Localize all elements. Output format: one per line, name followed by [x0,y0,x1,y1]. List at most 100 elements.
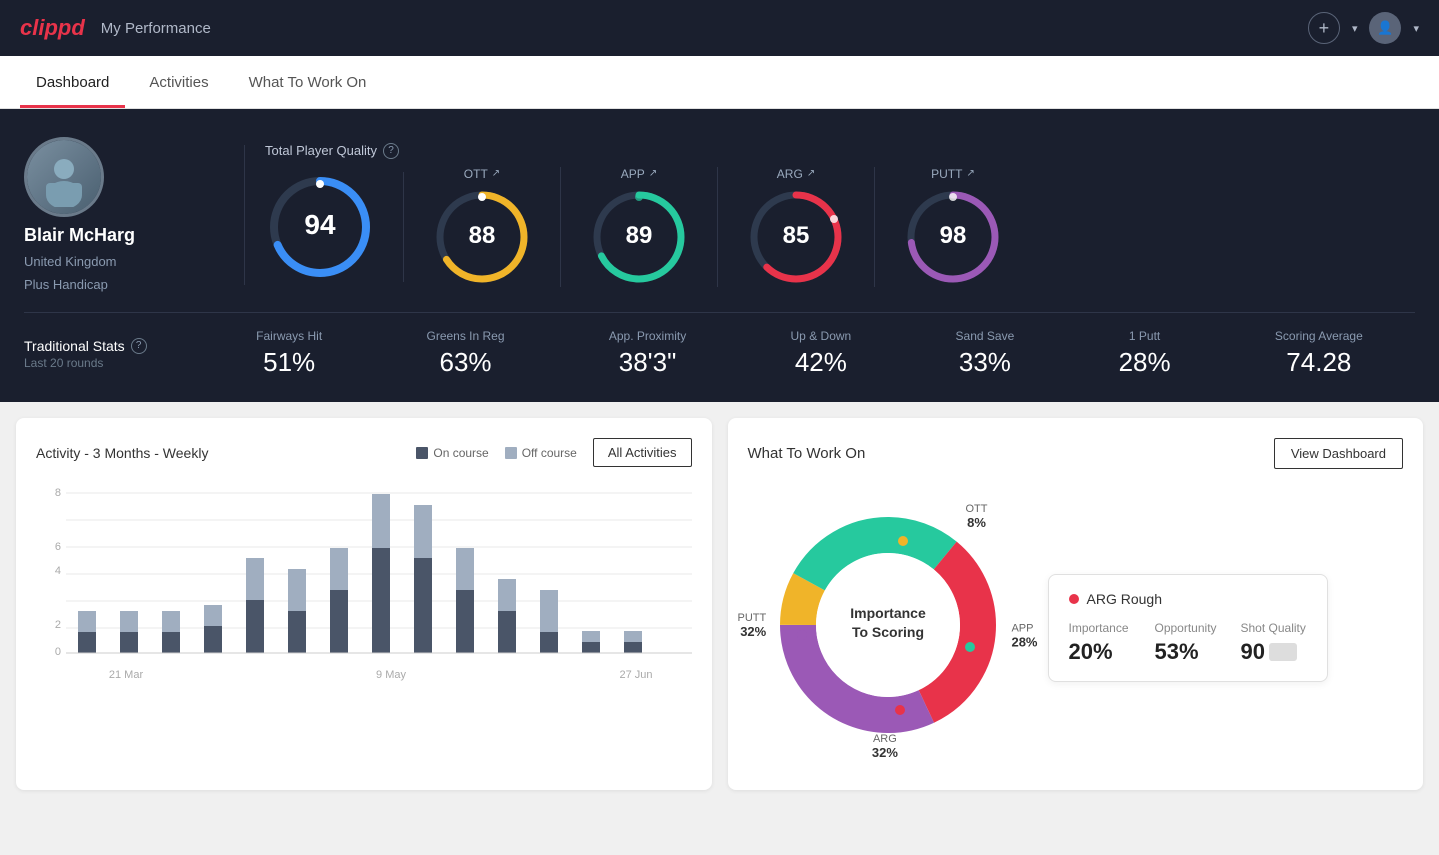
svg-text:4: 4 [55,565,61,577]
putt-trend-icon: ↗ [966,168,974,179]
stat-up-down-value: 42% [791,347,852,378]
bar-on-4 [204,626,222,653]
gauge-app-svg: 89 [589,187,689,287]
gauges-row: 94 OTT ↗ 88 [265,167,1415,287]
bar-off-10 [456,548,474,590]
donut-wrapper: Importance To Scoring OTT 8% [748,485,1028,770]
nav-tabs: Dashboard Activities What To Work On [0,56,1439,109]
bar-on-12 [540,632,558,653]
bar-off-8 [372,494,390,548]
tab-what-to-work-on[interactable]: What To Work On [233,56,383,108]
bar-on-6 [288,611,306,653]
gauge-putt: PUTT ↗ 98 [875,167,1031,287]
putt-dot [797,630,807,640]
arg-shotquality-label: Shot Quality [1241,621,1307,635]
stat-app-prox-value: 38'3" [609,347,686,378]
player-avatar [27,140,101,214]
gauge-ott-svg: 88 [432,187,532,287]
bar-off-6 [288,569,306,611]
tab-activities[interactable]: Activities [133,56,224,108]
traditional-stats-row: Traditional Stats ? Last 20 rounds Fairw… [24,312,1415,378]
wtwo-title: What To Work On [748,445,866,462]
svg-text:89: 89 [626,222,653,249]
bar-off-2 [120,611,138,632]
wtwo-header: What To Work On View Dashboard [748,438,1404,469]
shot-quality-badge [1269,643,1297,661]
gauge-total: 94 [265,172,404,282]
svg-text:8: 8 [55,487,61,499]
arg-stat-importance: Importance 20% [1069,621,1135,665]
svg-text:Importance: Importance [850,605,926,621]
legend-on-course: On course [416,446,488,460]
stat-1-putt: 1 Putt 28% [1119,329,1171,378]
bar-off-7 [330,548,348,590]
ott-label: OTT 8% [966,503,988,530]
header-title: My Performance [101,20,211,37]
stat-sand-save-label: Sand Save [956,329,1015,343]
bar-on-5 [246,600,264,653]
chart-legend: On course Off course [416,446,577,460]
bar-off-1 [78,611,96,632]
quality-help-icon[interactable]: ? [383,143,399,159]
trad-stats-help-icon[interactable]: ? [131,338,147,354]
bar-off-14 [624,631,642,642]
arg-rough-name: ARG Rough [1087,591,1162,607]
stat-up-down-label: Up & Down [791,329,852,343]
player-avatar-ring [24,137,104,217]
gauge-arg-label: ARG ↗ [777,167,815,181]
stat-scoring-value: 74.28 [1275,347,1363,378]
player-quality-row: Blair McHarg United Kingdom Plus Handica… [24,137,1415,292]
svg-text:To Scoring: To Scoring [851,624,923,640]
app-label: APP 28% [1011,622,1037,649]
add-button[interactable]: + [1308,12,1340,44]
trad-stat-items: Fairways Hit 51% Greens In Reg 63% App. … [204,329,1415,378]
avatar-dropdown[interactable]: ▾ [1413,22,1419,35]
activity-title: Activity - 3 Months - Weekly [36,445,208,461]
gauge-app: APP ↗ 89 [561,167,718,287]
stat-app-prox-label: App. Proximity [609,329,686,343]
bar-on-14 [624,642,642,653]
arg-rough-title-row: ARG Rough [1069,591,1307,607]
bar-off-13 [582,631,600,642]
player-handicap: Plus Handicap [24,277,108,292]
app-header: clippd My Performance + ▾ 👤 ▾ [0,0,1439,56]
what-to-work-on-panel: What To Work On View Dashboard [728,418,1424,790]
legend-off-course: Off course [505,446,577,460]
all-activities-button[interactable]: All Activities [593,438,692,467]
arg-importance-value: 20% [1069,639,1135,665]
activity-controls: On course Off course All Activities [416,438,691,467]
stat-sand-save-value: 33% [956,347,1015,378]
stat-greens-label: Greens In Reg [426,329,504,343]
gauge-putt-svg: 98 [903,187,1003,287]
svg-text:27 Jun: 27 Jun [619,669,652,681]
chart-area: 8 6 4 2 0 [36,483,692,703]
stat-up-down: Up & Down 42% [791,329,852,378]
bar-on-1 [78,632,96,653]
player-name: Blair McHarg [24,225,135,246]
bar-on-7 [330,590,348,653]
view-dashboard-button[interactable]: View Dashboard [1274,438,1403,469]
gauge-putt-label: PUTT ↗ [931,167,975,181]
bar-off-3 [162,611,180,632]
app-dot [965,642,975,652]
arg-shotquality-value: 90 [1241,639,1265,665]
add-dropdown[interactable]: ▾ [1352,22,1358,35]
tab-dashboard[interactable]: Dashboard [20,56,125,108]
arg-trend-icon: ↗ [807,168,815,179]
arg-stat-shot-quality: Shot Quality 90 [1241,621,1307,665]
avatar[interactable]: 👤 [1369,12,1401,44]
arg-opportunity-label: Opportunity [1155,621,1221,635]
off-course-dot [505,447,517,459]
plus-icon: + [1319,18,1330,39]
bottom-panels: Activity - 3 Months - Weekly On course O… [0,402,1439,806]
logo: clippd [20,15,85,41]
trad-stats-title: Traditional Stats ? [24,338,204,354]
bar-on-3 [162,632,180,653]
stat-greens-in-reg: Greens In Reg 63% [426,329,504,378]
hero-section: Blair McHarg United Kingdom Plus Handica… [0,109,1439,402]
header-left: clippd My Performance [20,15,211,41]
bar-on-9 [414,558,432,653]
bar-off-5 [246,558,264,600]
bar-on-8 [372,548,390,653]
bar-on-10 [456,590,474,653]
